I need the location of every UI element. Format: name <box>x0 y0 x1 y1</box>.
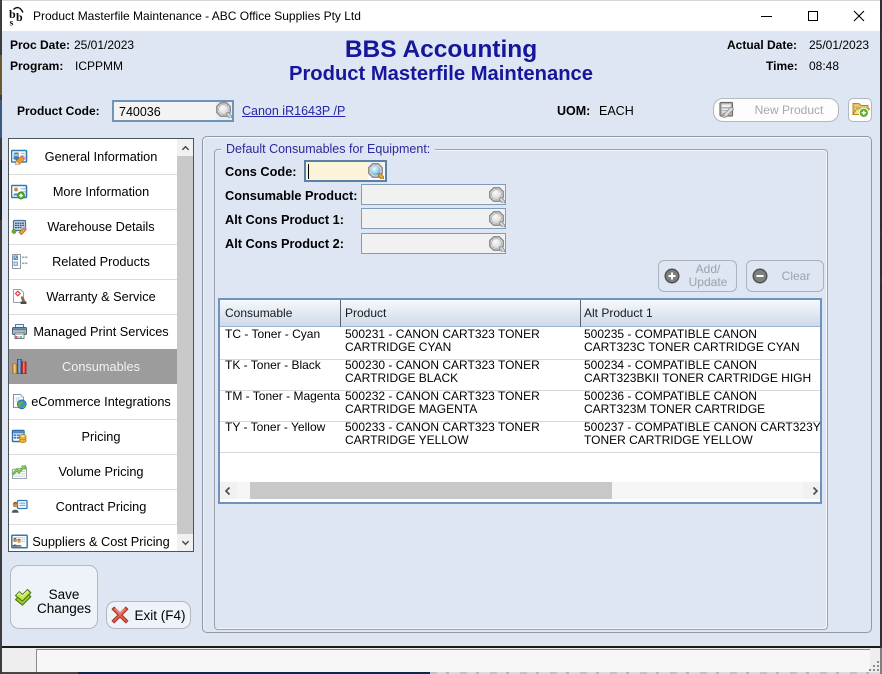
svg-text:s: s <box>10 19 14 27</box>
svg-text:b: b <box>16 10 23 24</box>
